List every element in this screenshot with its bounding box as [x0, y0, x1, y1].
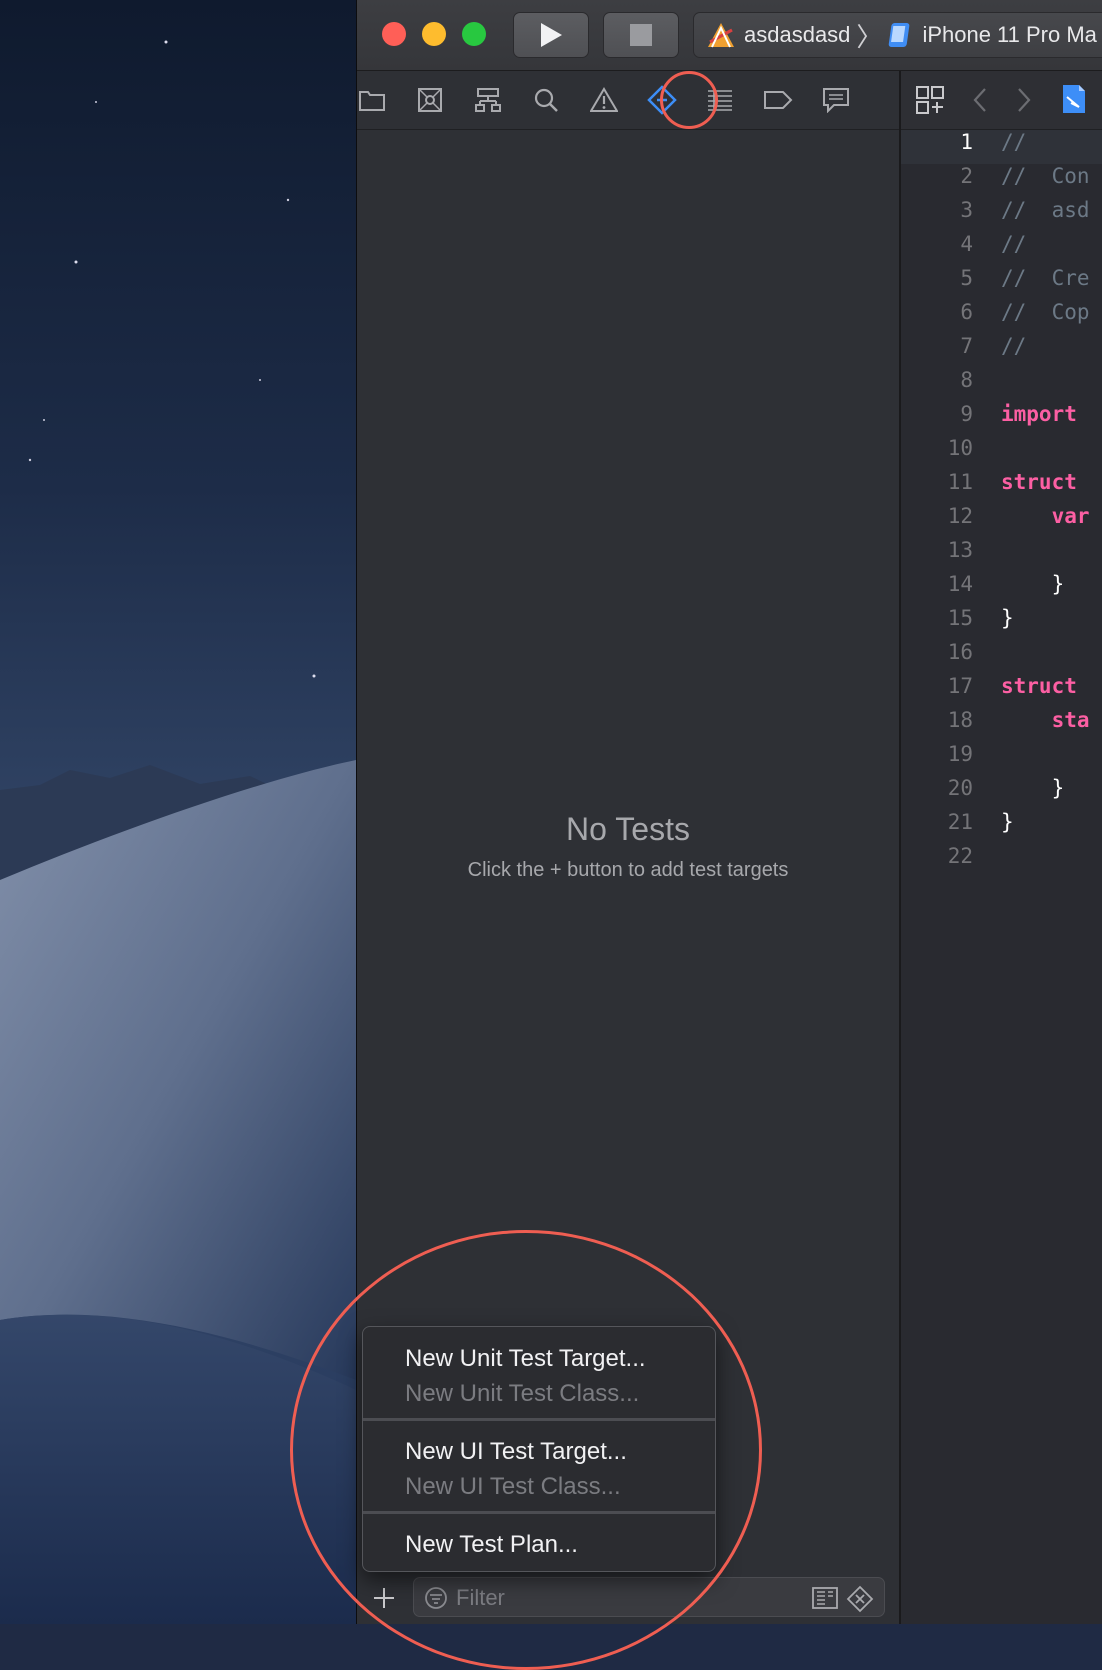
toolbar: asdasdasd 〉 iPhone 11 Pro Ma: [357, 0, 1102, 71]
line-number: 18: [947, 708, 973, 732]
warning-icon[interactable]: [589, 85, 619, 115]
code-text: // Cre: [1001, 266, 1090, 290]
breakpoint-icon[interactable]: [763, 85, 793, 115]
code-line[interactable]: 11 struct: [901, 470, 1102, 504]
code-line[interactable]: 20 }: [901, 776, 1102, 810]
line-number: 21: [947, 810, 973, 834]
line-number: 20: [947, 776, 973, 800]
related-items-icon[interactable]: [915, 85, 945, 120]
play-icon: [541, 23, 562, 47]
code-text: import: [1001, 402, 1077, 426]
source-control-icon[interactable]: [415, 85, 445, 115]
line-number: 1: [960, 130, 973, 154]
folder-icon[interactable]: [357, 85, 387, 115]
line-number: 2: [960, 164, 973, 188]
failed-tests-filter-icon[interactable]: [846, 1585, 874, 1618]
empty-state-title: No Tests: [566, 811, 690, 847]
recent-files-icon[interactable]: [812, 1586, 838, 1615]
code-line[interactable]: 7 //: [901, 334, 1102, 368]
highlight-annotation-circle: [660, 71, 718, 129]
code-text: }: [1001, 572, 1065, 596]
app-project-icon: [706, 20, 736, 50]
source-editor: 1 // 2 // Con 3 // asd 4 // 5 // Cre 6 // Cop 7 // 8 9 i…: [901, 71, 1102, 1624]
close-window-button[interactable]: [382, 22, 406, 46]
line-number: 14: [947, 572, 973, 596]
code-line[interactable]: 4 //: [901, 232, 1102, 266]
back-chevron-icon[interactable]: [971, 87, 989, 118]
code-text: // asd: [1001, 198, 1090, 222]
code-line[interactable]: 9 import: [901, 402, 1102, 436]
line-number: 6: [960, 300, 973, 324]
code-line[interactable]: 5 // Cre: [901, 266, 1102, 300]
hierarchy-icon[interactable]: [473, 85, 503, 115]
code-text: // Cop: [1001, 300, 1090, 324]
code-text: }: [1001, 810, 1014, 834]
code-line[interactable]: 13: [901, 538, 1102, 572]
empty-state-subtitle: Click the + button to add test targets: [467, 859, 789, 881]
line-number: 3: [960, 198, 973, 222]
line-number: 4: [960, 232, 973, 256]
navigator-selector-bar: [357, 71, 899, 130]
search-icon[interactable]: [531, 85, 561, 115]
scheme-device-label: iPhone 11 Pro Ma: [922, 22, 1097, 47]
code-line[interactable]: 14 }: [901, 572, 1102, 606]
code-line[interactable]: 6 // Cop: [901, 300, 1102, 334]
code-text: }: [1001, 606, 1014, 630]
line-number: 10: [947, 436, 973, 460]
run-button[interactable]: [513, 12, 589, 58]
swift-file-icon[interactable]: [1061, 83, 1087, 120]
zoom-window-button[interactable]: [462, 22, 486, 46]
code-text: //: [1001, 334, 1027, 358]
code-text: sta: [1001, 708, 1090, 732]
code-text: //: [1001, 130, 1027, 154]
code-text: struct: [1001, 470, 1077, 494]
code-line[interactable]: 8: [901, 368, 1102, 402]
code-line[interactable]: 18 sta: [901, 708, 1102, 742]
code-text: //: [1001, 232, 1027, 256]
code-text: }: [1001, 776, 1065, 800]
code-line[interactable]: 17 struct: [901, 674, 1102, 708]
callout-annotation-circle: [290, 1230, 762, 1670]
code-line[interactable]: 3 // asd: [901, 198, 1102, 232]
scheme-selector[interactable]: asdasdasd 〉 iPhone 11 Pro Ma: [693, 12, 1102, 58]
code-line[interactable]: 2 // Con: [901, 164, 1102, 198]
code-line[interactable]: 15}: [901, 606, 1102, 640]
line-number: 8: [960, 368, 973, 392]
code-line[interactable]: 1 //: [901, 130, 1102, 164]
code-line[interactable]: 16: [901, 640, 1102, 674]
line-number: 9: [960, 402, 973, 426]
code-text: var: [1001, 504, 1090, 528]
stop-icon: [630, 24, 652, 46]
line-number: 16: [947, 640, 973, 664]
report-icon[interactable]: [821, 85, 851, 115]
scheme-project-label: asdasdasd: [744, 22, 851, 47]
code-line[interactable]: 21}: [901, 810, 1102, 844]
line-number: 11: [947, 470, 973, 494]
editor-jump-bar: [901, 71, 1102, 130]
code-line[interactable]: 19: [901, 742, 1102, 776]
stop-button[interactable]: [603, 12, 679, 58]
forward-chevron-icon[interactable]: [1015, 87, 1033, 118]
device-icon: [888, 21, 914, 49]
line-number: 5: [960, 266, 973, 290]
code-line[interactable]: 12 var: [901, 504, 1102, 538]
line-number: 7: [960, 334, 973, 358]
minimize-window-button[interactable]: [422, 22, 446, 46]
code-line[interactable]: 22: [901, 844, 1102, 878]
code-text: // Con: [1001, 164, 1090, 188]
line-number: 22: [947, 844, 973, 868]
line-number: 15: [947, 606, 973, 630]
scheme-separator-icon: 〉: [856, 21, 883, 52]
line-number: 19: [947, 742, 973, 766]
line-number: 17: [947, 674, 973, 698]
line-number: 13: [947, 538, 973, 562]
line-number: 12: [947, 504, 973, 528]
code-text: struct: [1001, 674, 1077, 698]
code-line[interactable]: 10: [901, 436, 1102, 470]
